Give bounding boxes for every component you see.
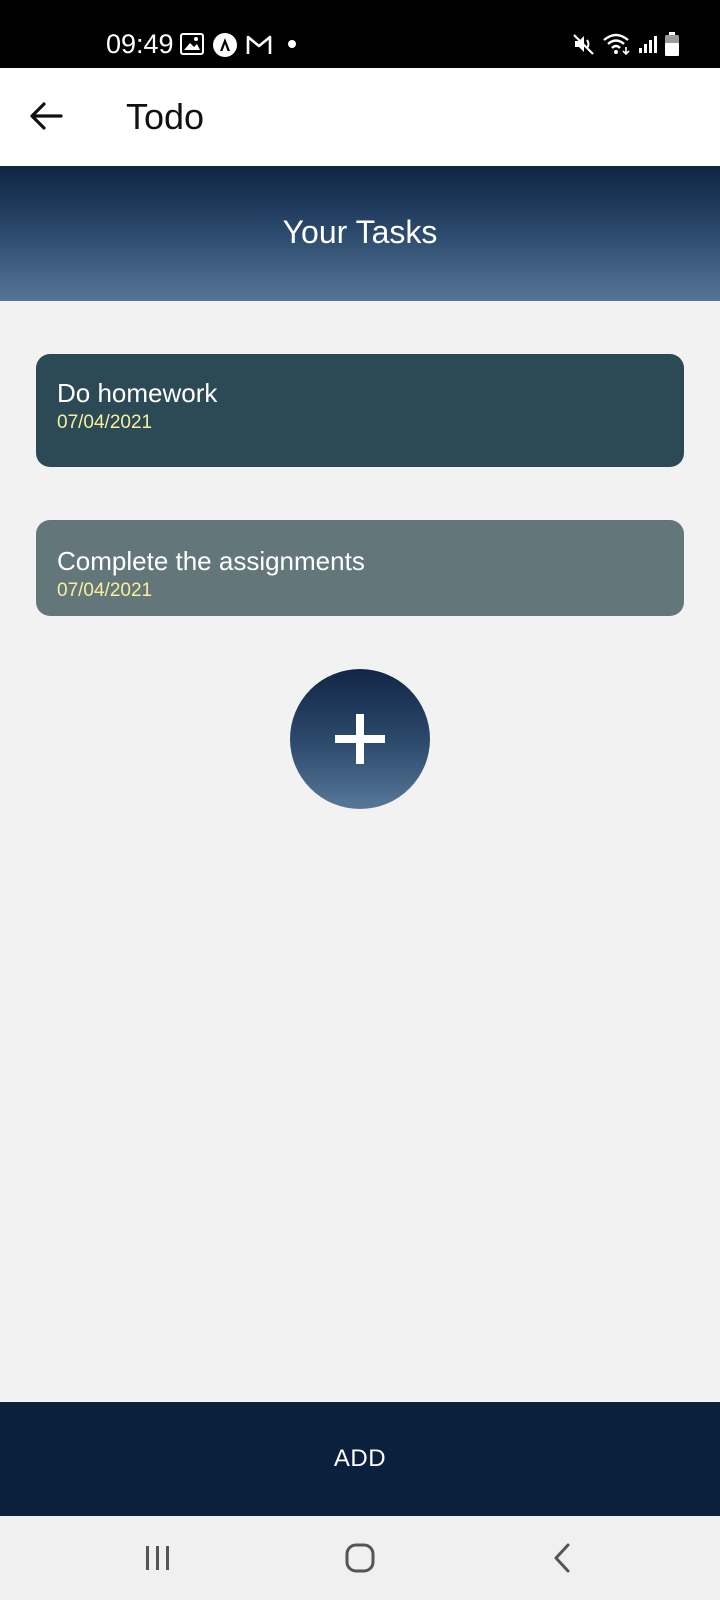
back-icon bbox=[554, 1543, 570, 1573]
arrow-left-icon bbox=[30, 102, 63, 130]
banner-title: Your Tasks bbox=[282, 213, 438, 250]
plus-icon bbox=[335, 714, 385, 764]
app-bar: Todo bbox=[0, 68, 720, 166]
assistant-icon bbox=[213, 33, 237, 57]
tasks-banner: Your Tasks bbox=[0, 166, 720, 301]
page-title: Todo bbox=[126, 96, 205, 137]
todo-screen: 09:49 Todo Your Tasks Do homework 07/04/… bbox=[0, 0, 720, 1600]
recents-button[interactable] bbox=[128, 1530, 188, 1586]
task-title: Complete the assignments bbox=[57, 546, 365, 576]
signal-icon bbox=[639, 36, 657, 53]
recents-icon bbox=[146, 1546, 169, 1570]
add-task-fab[interactable] bbox=[290, 669, 430, 809]
mute-icon bbox=[573, 34, 594, 55]
task-date: 07/04/2021 bbox=[57, 580, 153, 601]
add-button-label: ADD bbox=[333, 1445, 387, 1472]
status-bar: 09:49 bbox=[0, 0, 720, 68]
gmail-icon bbox=[246, 35, 272, 54]
status-time: 09:49 bbox=[106, 29, 174, 59]
home-button[interactable] bbox=[330, 1530, 390, 1586]
add-button[interactable]: ADD bbox=[0, 1402, 720, 1516]
task-date: 07/04/2021 bbox=[57, 412, 153, 433]
task-card[interactable]: Complete the assignments 07/04/2021 bbox=[36, 520, 684, 616]
home-icon bbox=[345, 1543, 375, 1573]
task-title: Do homework bbox=[57, 378, 218, 408]
task-card[interactable]: Do homework 07/04/2021 bbox=[36, 354, 684, 467]
system-nav-bar bbox=[0, 1516, 720, 1600]
image-icon bbox=[180, 33, 204, 55]
battery-icon bbox=[665, 32, 679, 56]
wifi-icon bbox=[603, 33, 630, 56]
dot-icon bbox=[288, 40, 296, 48]
back-button[interactable] bbox=[22, 92, 70, 140]
nav-back-button[interactable] bbox=[532, 1530, 592, 1586]
